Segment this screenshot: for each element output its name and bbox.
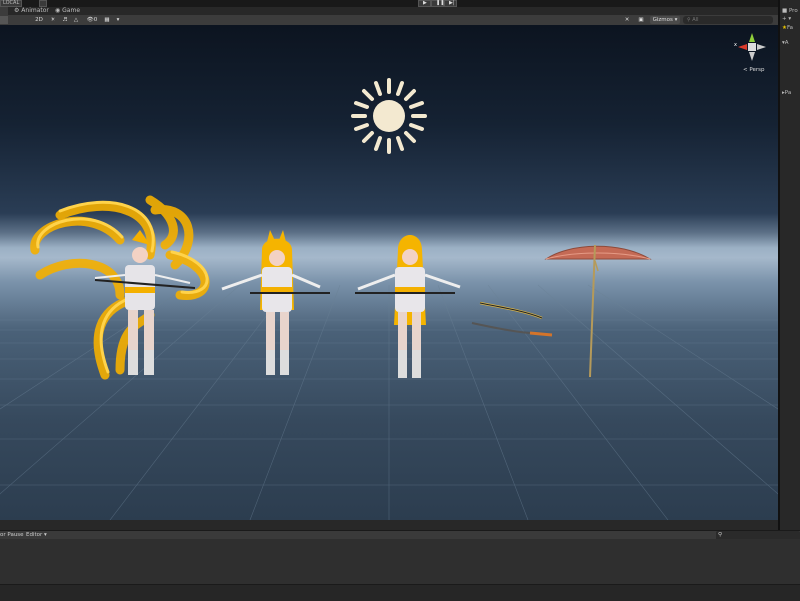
pause-button[interactable]: ❚❚ <box>431 0 444 7</box>
grid-icon[interactable]: ▦ <box>102 16 112 24</box>
search-placeholder: All <box>692 17 699 23</box>
step-button[interactable]: ▶| <box>444 0 457 7</box>
folder-icon: ■ <box>782 8 789 14</box>
camera-icon[interactable]: ▣ <box>636 16 646 24</box>
tab-game-label: Game <box>62 7 81 14</box>
play-button[interactable]: ▶ <box>418 0 431 7</box>
katana-blade[interactable] <box>479 301 543 320</box>
hidden-objects-icon[interactable]: 👁0 <box>83 16 101 24</box>
ground-grid <box>0 284 778 520</box>
create-button[interactable]: + ▾ <box>782 16 791 22</box>
window-tabs: ⚙ Animator ◉ Game <box>0 7 778 15</box>
console-log-area[interactable] <box>0 539 800 584</box>
tab-animator[interactable]: ⚙ Animator <box>14 7 49 15</box>
scene-view[interactable]: x < Persp <box>0 25 778 520</box>
sun-light-icon[interactable] <box>351 78 427 154</box>
favorites-item[interactable]: ★Fa <box>782 25 793 31</box>
gizmo-axis-x-label: x <box>734 42 737 48</box>
search-icon: ⚲ <box>718 532 723 538</box>
orientation-gizmo[interactable] <box>738 33 766 61</box>
tools-icon[interactable]: ✕ <box>622 16 632 24</box>
project-tab[interactable]: ■ Pro <box>782 8 798 14</box>
effects-icon[interactable]: △ <box>71 16 81 24</box>
katana-sheath[interactable] <box>471 322 553 337</box>
fox-character-tails[interactable] <box>30 195 210 380</box>
gizmos-label: Gizmos <box>652 17 673 23</box>
dropdown-arrow-icon[interactable]: ▾ <box>113 16 123 24</box>
packages-label: Pa <box>784 90 792 96</box>
project-tab-label: Pro <box>788 8 798 14</box>
packages-item[interactable]: ▸Pa <box>782 90 791 96</box>
top-bar: LOCAL ▶ ❚❚ ▶| <box>0 0 800 7</box>
account-button[interactable]: LOCAL <box>0 0 22 7</box>
favorites-label: Fa <box>786 25 793 31</box>
gizmo-neg-y-arrow <box>749 52 755 61</box>
fox-character-long-hair[interactable] <box>355 235 461 378</box>
gizmos-dropdown[interactable]: Gizmos ▾ <box>650 16 680 24</box>
scene-canvas <box>0 33 778 520</box>
assets-item[interactable]: ▾A <box>782 40 789 46</box>
play-icon: ▶ <box>423 0 427 6</box>
gizmo-y-arrow <box>749 33 755 42</box>
step-icon: ▶| <box>449 0 455 6</box>
console-detail-area[interactable] <box>0 584 800 601</box>
perspective-label[interactable]: < Persp <box>743 67 764 73</box>
tab-scene[interactable] <box>0 7 8 15</box>
mode-2d-toggle[interactable]: 2D <box>33 16 45 24</box>
scene-search-input[interactable]: ⚲ All <box>683 16 773 24</box>
audio-icon[interactable]: ♬ <box>60 16 70 24</box>
tab-animator-label: Animator <box>21 7 49 14</box>
account-label: LOCAL <box>3 0 20 6</box>
shading-mode-dropdown[interactable] <box>0 16 8 24</box>
lighting-icon[interactable]: ☀ <box>48 16 58 24</box>
cloud-button[interactable] <box>39 0 47 7</box>
assets-label: A <box>784 40 789 46</box>
paper-umbrella[interactable] <box>544 244 652 378</box>
tab-game[interactable]: ◉ Game <box>55 7 80 15</box>
gizmo-x-arrow <box>738 44 747 50</box>
gizmo-neg-x-arrow <box>757 44 766 50</box>
